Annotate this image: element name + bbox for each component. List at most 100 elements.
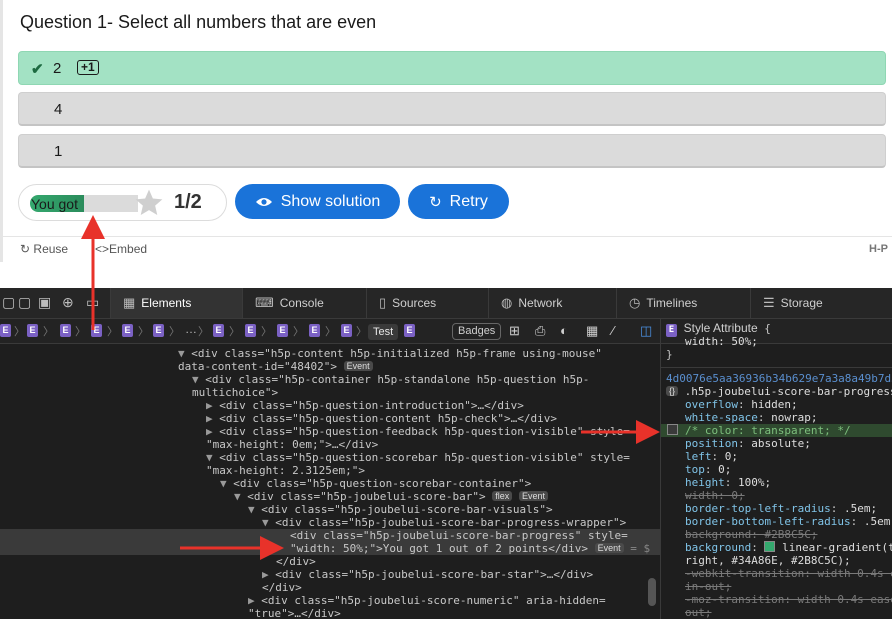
tab-network-label: Network [518, 296, 563, 310]
dom-node-text: <div class="h5p-content h5p-initialized … [191, 347, 602, 360]
breadcrumb-element[interactable]: E [277, 324, 288, 337]
breadcrumb-element[interactable]: E [122, 324, 133, 337]
css-property[interactable]: white-space: nowrap; [685, 411, 817, 424]
sidebar-toggle-icon[interactable]: ◫ [640, 323, 652, 339]
dom-node-text: <div class="h5p-joubelui-score-bar"> [247, 490, 486, 503]
prop-value: right, #34A86E, #2B8C5C); [685, 554, 851, 567]
tab-elements[interactable]: ▦ Elements [110, 288, 242, 318]
css-property-overridden[interactable]: -moz-transition: width 0.4s ease [685, 593, 892, 606]
css-property[interactable]: overflow: hidden; [685, 398, 798, 411]
breadcrumb-element[interactable]: E [341, 324, 352, 337]
dom-node[interactable]: ▼ <div class="h5p-joubelui-score-bar"> f… [234, 490, 548, 503]
dom-node-text: <div class="h5p-joubelui-score-bar-visua… [261, 503, 553, 516]
comment-text: /* color: transparent; */ [685, 424, 851, 437]
dom-node-continued: "max-height: 0em;">…</div> [206, 438, 378, 451]
answer-option-1[interactable]: 1 [18, 134, 886, 168]
css-property[interactable]: top: 0; [685, 463, 731, 476]
dom-node[interactable]: ▶ <div class="h5p-joubelui-score-numeric… [248, 594, 606, 607]
reuse-icon: ↻ [20, 242, 31, 256]
element-picker-icon[interactable]: ⊕ [62, 294, 74, 311]
answer-option-2[interactable]: ✔ 2 +1 [18, 51, 886, 85]
breadcrumb-element[interactable]: E [213, 324, 224, 337]
css-property-overridden[interactable]: width: 0; [685, 489, 745, 502]
prop-struck: in-out; [685, 580, 732, 593]
breadcrumb-element[interactable]: E [27, 324, 38, 337]
tab-sources[interactable]: ▯ Sources [366, 288, 488, 318]
breadcrumb-element[interactable]: E [91, 324, 102, 337]
breadcrumb-tooltip: Test [368, 324, 399, 340]
stylesheet-hash[interactable]: 4d0076e5aa36936b34b629e7a3a8a49b7d332 [666, 372, 892, 385]
css-property[interactable]: border-top-left-radius: .5em; [685, 502, 877, 515]
dom-scrollbar[interactable] [648, 578, 656, 606]
dock-side-icon[interactable]: ▣ [38, 294, 51, 311]
close-icon[interactable]: ▢ [2, 294, 15, 311]
prop-value: hidden; [751, 398, 798, 411]
show-solution-button[interactable]: Show solution [235, 184, 400, 219]
event-badge: Event [594, 543, 624, 553]
breadcrumb-ellipsis[interactable]: … [185, 322, 197, 336]
footer-divider [3, 236, 892, 237]
embed-link[interactable]: <>Embed [95, 242, 147, 256]
breadcrumb-element[interactable]: E [404, 324, 415, 337]
checkbox[interactable] [667, 424, 678, 435]
dom-node-selected[interactable]: <div class="h5p-joubelui-score-bar-progr… [0, 529, 660, 542]
css-property[interactable]: background: linear-gradient(to [685, 541, 892, 554]
prop-name: top [685, 463, 705, 476]
appearance-icon[interactable]: ◐ [560, 323, 568, 338]
breadcrumb-element[interactable]: E [60, 324, 71, 337]
answer-option-4[interactable]: 4 [18, 92, 886, 126]
badges-toggle[interactable]: Badges [452, 323, 502, 340]
dock-bottom-icon[interactable]: ▢ [18, 294, 31, 311]
dom-node[interactable]: ▼ <div class="h5p-container h5p-standalo… [192, 373, 589, 386]
css-property[interactable]: border-bottom-left-radius: .5em; [685, 515, 892, 528]
dom-node[interactable]: ▶ <div class="h5p-question-feedback h5p-… [206, 425, 630, 438]
points-badge: +1 [77, 60, 99, 75]
devtools-panel: ▢ ▢ ▣ ⊕ ▭ ▦ Elements ⌨ Console ▯ Sources ◍ N… [0, 288, 892, 619]
breadcrumb-element[interactable]: E [153, 324, 164, 337]
tab-storage[interactable]: ☰ Storage [750, 288, 892, 318]
dom-node[interactable]: ▶ <div class="h5p-joubelui-score-bar-sta… [262, 568, 593, 581]
dom-node-text: multichoice"> [192, 386, 279, 399]
print-icon[interactable]: ⎙ [535, 323, 545, 339]
dom-node-close: </div> [276, 555, 316, 568]
color-swatch[interactable] [764, 541, 776, 552]
dom-node[interactable]: ▼ <div class="h5p-joubelui-score-bar-pro… [262, 516, 626, 529]
dom-node[interactable]: ▼ <div class="h5p-question-scorebar h5p-… [206, 451, 630, 464]
dom-node[interactable]: ▼ <div class="h5p-joubelui-score-bar-vis… [248, 503, 553, 516]
retry-button[interactable]: ↻ Retry [408, 184, 509, 219]
dom-node-text: <div class="h5p-joubelui-score-bar-progr… [275, 516, 627, 529]
event-badge: Event [518, 491, 548, 501]
chevron-right-icon: 〉 [43, 326, 54, 338]
dom-node[interactable]: ▶ <div class="h5p-question-introduction"… [206, 399, 524, 412]
layout-icon[interactable]: ⊞ [509, 323, 520, 339]
tab-console[interactable]: ⌨ Console [242, 288, 366, 318]
prop-value: .5em; [843, 502, 878, 515]
breadcrumb-element[interactable]: E [0, 324, 11, 337]
h5p-frame [0, 0, 892, 262]
dom-node[interactable]: ▶ <div class="h5p-question-content h5p-c… [206, 412, 557, 425]
css-property-overridden[interactable]: background: #2B8C5C; [685, 528, 817, 541]
breadcrumb-element[interactable]: E [245, 324, 256, 337]
breadcrumb-element[interactable]: E [309, 324, 320, 337]
reuse-link[interactable]: ↻ Reuse [20, 242, 68, 256]
paint-brush-icon[interactable]: ∕ [612, 323, 614, 338]
answer-text: 4 [54, 101, 63, 118]
check-icon: ✔ [31, 61, 44, 78]
dom-node[interactable]: ▼ <div class="h5p-question-scorebar-cont… [220, 477, 531, 490]
css-property-overridden[interactable]: -webkit-transition: width 0.4s e [685, 567, 892, 580]
css-property[interactable]: height: 100%; [685, 476, 771, 489]
prop-name: white-space [685, 411, 758, 424]
dom-node-text: <div class="h5p-container h5p-standalone… [205, 373, 590, 386]
dom-node[interactable]: ▼ <div class="h5p-content h5p-initialize… [178, 347, 602, 360]
dom-node-text: <div class="h5p-question-scorebar-contai… [233, 477, 532, 490]
tab-network[interactable]: ◍ Network [488, 288, 616, 318]
style-attribute-rule[interactable]: width: 50%; [685, 335, 758, 348]
css-property[interactable]: left: 0; [685, 450, 738, 463]
device-icon[interactable]: ▭ [86, 294, 99, 311]
dom-node-text: <div class="h5p-question-content h5p-che… [219, 412, 558, 425]
css-property-commented[interactable]: /* color: transparent; */ [661, 424, 892, 437]
prop-name: background [685, 541, 752, 554]
css-property[interactable]: position: absolute; [685, 437, 811, 450]
tab-timelines[interactable]: ◷ Timelines [616, 288, 750, 318]
grid-icon[interactable]: ▦ [586, 323, 598, 339]
